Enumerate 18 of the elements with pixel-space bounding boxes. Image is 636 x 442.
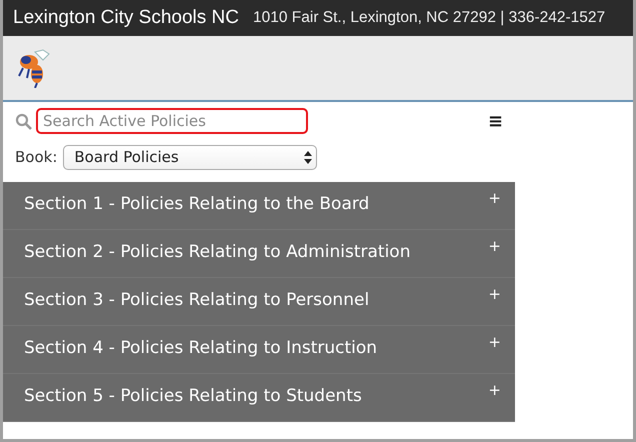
section-item[interactable]: Section 5 - Policies Relating to Students + (3, 374, 515, 422)
expand-toggle[interactable]: + (488, 332, 501, 350)
expand-toggle[interactable]: + (488, 236, 501, 254)
menu-icon[interactable]: ≡ (488, 110, 504, 132)
expand-toggle[interactable]: + (488, 284, 501, 302)
expand-toggle[interactable]: + (488, 188, 501, 206)
section-item[interactable]: Section 2 - Policies Relating to Administration + (3, 230, 515, 278)
section-item[interactable]: Section 4 - Policies Relating to Instruction + (3, 326, 515, 374)
contact-info: 1010 Fair St., Lexington, NC 27292 | 336-242-1527 (253, 9, 606, 27)
book-label: Book: (15, 148, 58, 166)
book-select[interactable]: Board Policies (63, 144, 318, 170)
search-icon (15, 112, 32, 130)
expand-toggle[interactable]: + (488, 380, 501, 398)
search-field[interactable]: Search Active Policies (36, 108, 308, 134)
section-item[interactable]: Section 1 - Policies Relating to the Board + (3, 182, 515, 230)
select-arrows-icon (304, 150, 312, 164)
section-item[interactable]: Section 3 - Policies Relating to Personnel + (3, 278, 515, 326)
site-title: Lexington City Schools NC (13, 7, 239, 29)
